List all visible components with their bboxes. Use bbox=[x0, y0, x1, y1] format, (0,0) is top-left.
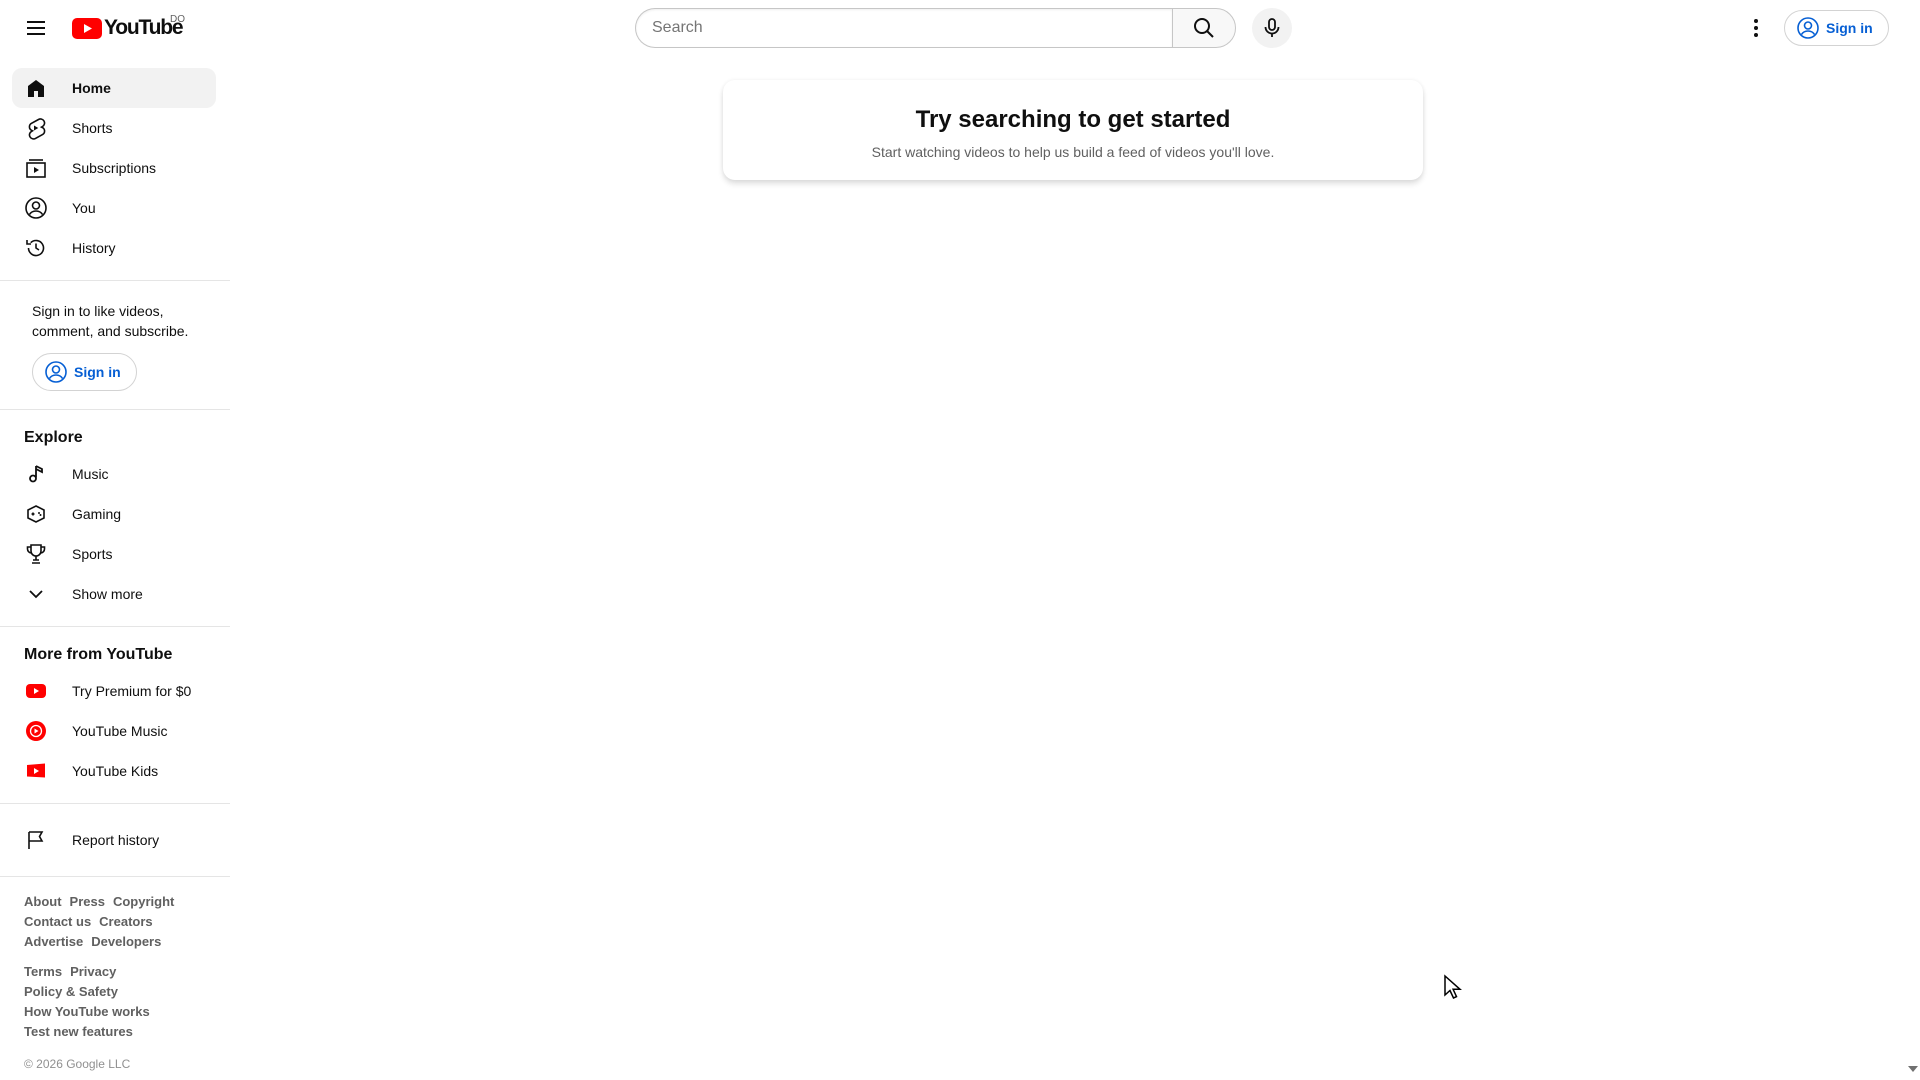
shorts-icon bbox=[28, 118, 46, 140]
footer-link-contact[interactable]: Contact us bbox=[24, 913, 91, 931]
empty-feed-subtitle: Start watching videos to help us build a… bbox=[871, 144, 1275, 160]
search-icon bbox=[1194, 18, 1214, 38]
copyright-text: © 2026 Google LLC bbox=[24, 1057, 131, 1071]
top-bar: YouTube DO Sign in bbox=[0, 0, 1920, 56]
sidebar-item-label: Music bbox=[72, 466, 109, 482]
sign-in-label: Sign in bbox=[1826, 20, 1873, 36]
explore-heading: Explore bbox=[24, 429, 83, 446]
account-icon bbox=[45, 361, 67, 383]
account-icon bbox=[1797, 17, 1819, 39]
sidebar-item-label: Sports bbox=[72, 546, 113, 562]
signin-prompt: Sign in to like videos, comment, and sub… bbox=[32, 303, 189, 339]
footer-link-developers[interactable]: Developers bbox=[91, 933, 161, 951]
vertical-dots-icon bbox=[1754, 19, 1758, 37]
sidebar-item-label: History bbox=[72, 240, 116, 256]
sidebar-item-report-history[interactable]: Report history bbox=[12, 820, 216, 860]
sidebar-item-label: Show more bbox=[72, 586, 143, 602]
youtube-music-icon bbox=[26, 721, 46, 741]
sidebar-item-label: Subscriptions bbox=[72, 160, 157, 176]
sidebar-item-label: Shorts bbox=[72, 120, 113, 136]
subscriptions-icon bbox=[26, 159, 46, 178]
sidebar-item-label: Gaming bbox=[72, 506, 122, 522]
settings-menu-button[interactable] bbox=[1736, 8, 1776, 48]
sidebar-item-youtube-music[interactable]: YouTube Music bbox=[12, 711, 216, 751]
sidebar-item-youtube-kids[interactable]: YouTube Kids bbox=[12, 751, 216, 791]
sidebar-item-label: Report history bbox=[72, 832, 160, 848]
scrollbar-down-arrow-icon[interactable] bbox=[1908, 1066, 1918, 1072]
sidebar-item-label: YouTube Kids bbox=[72, 763, 159, 779]
footer-links-primary: About Press Copyright Contact us Creator… bbox=[24, 893, 194, 951]
sidebar-sign-in-button[interactable]: Sign in bbox=[32, 353, 137, 391]
flag-icon bbox=[28, 831, 44, 849]
youtube-logo[interactable]: YouTube bbox=[72, 16, 184, 40]
music-note-icon bbox=[29, 465, 43, 483]
more-from-youtube-heading: More from YouTube bbox=[24, 646, 173, 663]
account-icon bbox=[25, 197, 47, 219]
microphone-icon bbox=[1264, 18, 1280, 37]
empty-feed-title: Try searching to get started bbox=[915, 106, 1231, 133]
sidebar-explore-section: Explore Music Gaming Sports Show more bbox=[0, 410, 230, 627]
home-icon bbox=[28, 80, 44, 97]
voice-search-button[interactable] bbox=[1252, 8, 1292, 48]
sidebar: Home Shorts Subscriptions You History Si… bbox=[0, 56, 230, 1080]
gamepad-icon bbox=[27, 505, 45, 523]
footer-link-test-new-features[interactable]: Test new features bbox=[24, 1023, 194, 1041]
sidebar-report-section: Report history bbox=[0, 804, 230, 877]
sidebar-item-label: You bbox=[72, 200, 96, 216]
search-input[interactable] bbox=[652, 19, 1156, 37]
sidebar-item-music[interactable]: Music bbox=[12, 454, 216, 494]
country-code: DO bbox=[170, 14, 185, 25]
youtube-premium-icon bbox=[26, 684, 46, 698]
search-button[interactable] bbox=[1172, 8, 1236, 48]
sidebar-item-label: YouTube Music bbox=[72, 723, 168, 739]
sign-in-button[interactable]: Sign in bbox=[1784, 10, 1889, 46]
sidebar-item-subscriptions[interactable]: Subscriptions bbox=[12, 148, 216, 188]
sidebar-item-label: Home bbox=[72, 80, 111, 96]
sidebar-primary-section: Home Shorts Subscriptions You History bbox=[0, 56, 230, 281]
footer-link-advertise[interactable]: Advertise bbox=[24, 933, 83, 951]
footer-link-terms[interactable]: Terms bbox=[24, 963, 62, 981]
chevron-down-icon bbox=[29, 590, 43, 599]
footer-link-privacy[interactable]: Privacy bbox=[70, 963, 116, 981]
footer-link-copyright[interactable]: Copyright bbox=[113, 893, 174, 911]
sidebar-item-label: Try Premium for $0 bbox=[72, 683, 192, 699]
footer-link-press[interactable]: Press bbox=[70, 893, 105, 911]
sign-in-label: Sign in bbox=[74, 364, 121, 380]
mouse-cursor-icon bbox=[1444, 974, 1462, 999]
sidebar-item-home[interactable]: Home bbox=[12, 68, 216, 108]
sidebar-item-you[interactable]: You bbox=[12, 188, 216, 228]
history-icon bbox=[26, 239, 45, 257]
footer-link-creators[interactable]: Creators bbox=[99, 913, 152, 931]
sidebar-item-history[interactable]: History bbox=[12, 228, 216, 268]
empty-feed-card: Try searching to get started Start watch… bbox=[723, 80, 1423, 180]
sidebar-footer: About Press Copyright Contact us Creator… bbox=[0, 877, 230, 1071]
sidebar-item-gaming[interactable]: Gaming bbox=[12, 494, 216, 534]
footer-link-policy-safety[interactable]: Policy & Safety bbox=[24, 983, 194, 1001]
footer-link-about[interactable]: About bbox=[24, 893, 62, 911]
youtube-play-logo-icon bbox=[72, 17, 102, 39]
trophy-icon bbox=[26, 544, 46, 564]
youtube-kids-icon bbox=[27, 763, 45, 778]
sidebar-item-shorts[interactable]: Shorts bbox=[12, 108, 216, 148]
sidebar-item-show-more[interactable]: Show more bbox=[12, 574, 216, 614]
search-bar bbox=[635, 8, 1292, 48]
footer-link-how-youtube-works[interactable]: How YouTube works bbox=[24, 1003, 194, 1021]
footer-links-secondary: Terms Privacy Policy & Safety How YouTub… bbox=[24, 963, 194, 1041]
sidebar-signin-section: Sign in to like videos, comment, and sub… bbox=[0, 281, 230, 410]
search-box bbox=[635, 8, 1172, 48]
hamburger-menu-icon[interactable] bbox=[16, 8, 56, 48]
sidebar-more-section: More from YouTube Try Premium for $0 You… bbox=[0, 627, 230, 804]
sidebar-item-sports[interactable]: Sports bbox=[12, 534, 216, 574]
sidebar-item-premium[interactable]: Try Premium for $0 bbox=[12, 671, 216, 711]
